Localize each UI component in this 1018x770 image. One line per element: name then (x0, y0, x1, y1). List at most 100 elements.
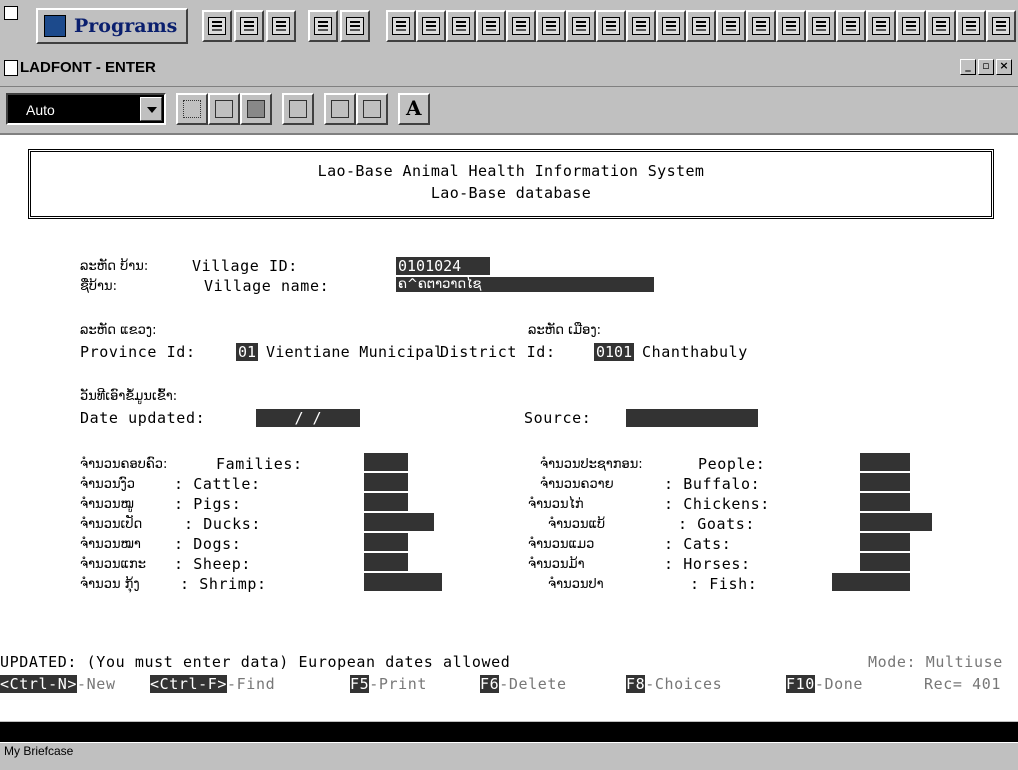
font-size-select[interactable]: Auto (6, 93, 166, 125)
village-name-field[interactable]: ຄ^ຄຕາວາດໄຊ (396, 277, 654, 292)
toolbar: Auto A (0, 87, 1018, 135)
pigs-field[interactable] (364, 493, 408, 511)
taskbar-app-icon-9[interactable] (626, 10, 656, 42)
taskbar-app-icon-10[interactable] (656, 10, 686, 42)
font-icon[interactable]: A (398, 93, 430, 125)
word-app-icon[interactable] (202, 10, 232, 42)
cattle-label: : Cattle: (174, 475, 261, 493)
taskbar-app-icon-18[interactable] (896, 10, 926, 42)
programs-icon (44, 15, 66, 37)
system-menu-icon[interactable] (4, 6, 18, 20)
people-field[interactable] (860, 453, 910, 471)
key-f5-key: F5 (350, 675, 370, 693)
fish-field[interactable] (832, 573, 910, 591)
key-f5-label: -Print (369, 675, 428, 693)
maximize-button[interactable]: ▫ (978, 59, 994, 75)
key-f6-delete[interactable]: F6-Delete (480, 675, 567, 693)
ducks-label: : Ducks: (184, 515, 262, 533)
key-ctrl-n[interactable]: <Ctrl-N>-New (0, 675, 116, 693)
taskbar-app-icon-8[interactable] (596, 10, 626, 42)
shrimp-field[interactable] (364, 573, 442, 591)
cats-lao-label: ຈຳນວນແມວ (528, 537, 595, 552)
programs-label: Programs (74, 15, 178, 37)
goats-field[interactable] (860, 513, 932, 531)
dogs-label: : Dogs: (174, 535, 242, 553)
programs-button[interactable]: Programs (36, 8, 188, 44)
desktop-statusbar: My Briefcase (0, 742, 1018, 770)
ducks-lao-label: ຈຳນວນເປັດ (80, 517, 143, 532)
date-field[interactable]: / / (256, 409, 360, 427)
key-f6-label: -Delete (499, 675, 567, 693)
key-ctrl-f[interactable]: <Ctrl-F>-Find (150, 675, 275, 693)
taskbar-app-icon-11[interactable] (686, 10, 716, 42)
village-id-field[interactable]: 0101024 (396, 257, 490, 275)
taskbar-app-icon-2[interactable] (416, 10, 446, 42)
close-button[interactable]: × (996, 59, 1012, 75)
taskbar-app-icon-12[interactable] (716, 10, 746, 42)
district-lao-label: ລະຫັດ ເມືອງ: (528, 323, 602, 338)
horses-label: : Horses: (664, 555, 751, 573)
horses-field[interactable] (860, 553, 910, 571)
fullscreen-icon[interactable] (282, 93, 314, 125)
families-lao-label: ຈຳນວນຄອບຄົວ: (80, 457, 168, 472)
sheep-field[interactable] (364, 553, 408, 571)
powerpoint-app-icon[interactable] (266, 10, 296, 42)
mode-indicator: Mode: Multiuse (868, 653, 1003, 671)
dogs-field[interactable] (364, 533, 408, 551)
taskbar-app-icon-20[interactable] (956, 10, 986, 42)
taskbar-app-icon-16[interactable] (836, 10, 866, 42)
briefcase-label[interactable]: My Briefcase (4, 744, 73, 758)
key-f5-print[interactable]: F5-Print (350, 675, 427, 693)
pigs-label: : Pigs: (174, 495, 242, 513)
taskbar-app-icon-5[interactable] (506, 10, 536, 42)
window-title: LADFONT - ENTER (20, 59, 156, 76)
excel-app-icon[interactable] (234, 10, 264, 42)
shrimp-lao-label: ຈຳນວນ ກຸ້ງ (80, 577, 140, 592)
goats-label: : Goats: (678, 515, 756, 533)
source-label: Source: (524, 409, 592, 427)
schedule-app-icon[interactable] (340, 10, 370, 42)
copy-icon[interactable] (208, 93, 240, 125)
families-field[interactable] (364, 453, 408, 471)
taskbar-app-icon-1[interactable] (386, 10, 416, 42)
people-lao-label: ຈຳນວນປະຊາກອນ: (540, 457, 643, 472)
key-f8-label: -Choices (645, 675, 723, 693)
taskbar-app-icon-3[interactable] (446, 10, 476, 42)
key-f8-choices[interactable]: F8-Choices (626, 675, 722, 693)
people-label: People: (698, 455, 766, 473)
sheep-lao-label: ຈຳນວນແກະ (80, 557, 146, 572)
taskbar-app-icon-17[interactable] (866, 10, 896, 42)
buffalo-field[interactable] (860, 473, 910, 491)
properties-icon[interactable] (324, 93, 356, 125)
key-f6-key: F6 (480, 675, 500, 693)
taskbar-app-icon-4[interactable] (476, 10, 506, 42)
province-id-field[interactable]: 01 (236, 343, 259, 361)
access-app-icon[interactable] (308, 10, 338, 42)
taskbar-app-icon-7[interactable] (566, 10, 596, 42)
status-message: UPDATED: (You must enter data) European … (0, 653, 511, 671)
mark-icon[interactable] (176, 93, 208, 125)
cats-label: : Cats: (664, 535, 732, 553)
source-field[interactable] (626, 409, 758, 427)
chickens-field[interactable] (860, 493, 910, 511)
taskbar-app-icon-15[interactable] (806, 10, 836, 42)
taskbar-app-icon-19[interactable] (926, 10, 956, 42)
ducks-field[interactable] (364, 513, 434, 531)
window-titlebar: LADFONT - ENTER _ ▫ × (0, 52, 1018, 87)
fish-label: : Fish: (690, 575, 758, 593)
minimize-button[interactable]: _ (960, 59, 976, 75)
district-id-field[interactable]: 0101 (594, 343, 635, 361)
cattle-lao-label: ຈຳນວນງົວ (80, 477, 136, 492)
taskbar-app-icon-21[interactable] (986, 10, 1016, 42)
font-size-value: Auto (26, 102, 55, 118)
taskbar-app-icon-14[interactable] (776, 10, 806, 42)
window-icon[interactable] (4, 60, 18, 76)
cattle-field[interactable] (364, 473, 408, 491)
taskbar-app-icon-13[interactable] (746, 10, 776, 42)
chevron-down-icon[interactable] (140, 97, 162, 121)
background-icon[interactable] (356, 93, 388, 125)
cats-field[interactable] (860, 533, 910, 551)
paste-icon[interactable] (240, 93, 272, 125)
taskbar-app-icon-6[interactable] (536, 10, 566, 42)
key-f10-done[interactable]: F10-Done (786, 675, 863, 693)
